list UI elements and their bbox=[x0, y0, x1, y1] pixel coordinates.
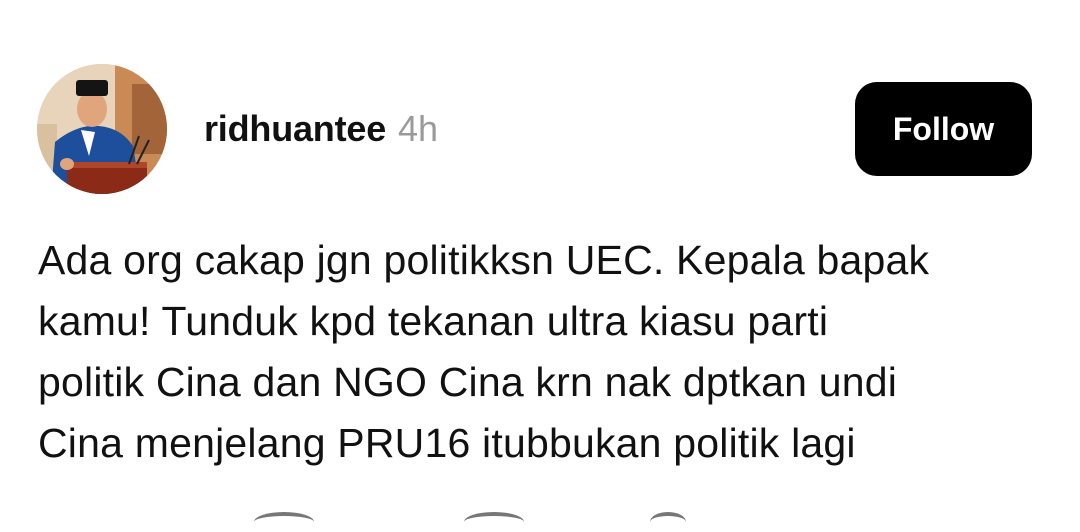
like-icon[interactable] bbox=[254, 512, 314, 532]
post-text-line: Cina menjelang PRU16 itubbukan politik l… bbox=[38, 420, 856, 466]
repost-icon[interactable] bbox=[650, 512, 686, 532]
post-text: Ada org cakap jgn politikksn UEC. Kepala… bbox=[38, 230, 1038, 474]
comment-icon[interactable] bbox=[464, 512, 524, 532]
post-text-line: Ada org cakap jgn politikksn UEC. Kepala… bbox=[38, 237, 930, 283]
post-text-line: kamu! Tunduk kpd tekanan ultra kiasu par… bbox=[38, 298, 829, 344]
follow-button[interactable]: Follow bbox=[855, 82, 1032, 176]
author-line: ridhuantee 4h bbox=[204, 108, 438, 154]
profile-photo-icon bbox=[37, 64, 167, 194]
post-text-line: politik Cina dan NGO Cina krn nak dptkan… bbox=[38, 359, 898, 405]
username[interactable]: ridhuantee bbox=[204, 108, 386, 150]
avatar[interactable] bbox=[37, 64, 167, 194]
post-time: 4h bbox=[398, 108, 439, 149]
